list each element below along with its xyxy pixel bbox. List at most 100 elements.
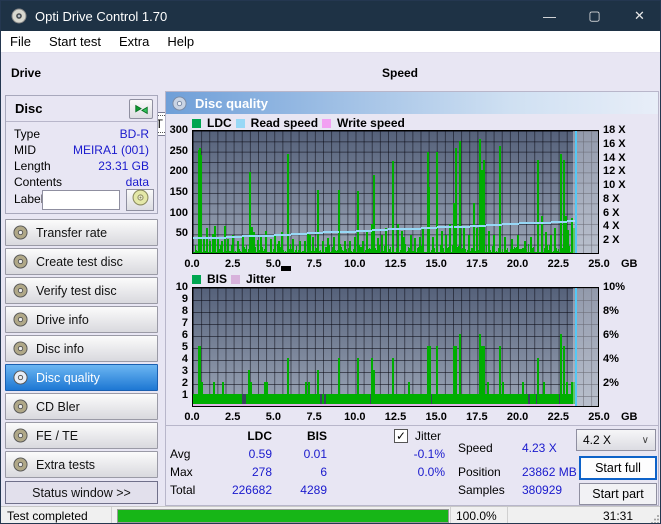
stat-ldc-value: 0.59 xyxy=(248,447,272,461)
stat-jitter-value: 0.0% xyxy=(417,465,445,479)
sidebar-item-disc-quality[interactable]: Disc quality xyxy=(5,364,158,391)
menu-extra[interactable]: Extra xyxy=(110,31,158,53)
x-tick: 22.5 xyxy=(547,411,569,423)
jitter-checkbox[interactable]: ✓ xyxy=(394,429,408,443)
sidebar-item-label: Disc quality xyxy=(36,370,100,385)
chevron-down-icon: ∨ xyxy=(641,434,649,446)
y-left-tick: 8 xyxy=(181,305,188,317)
disc-refresh-button[interactable] xyxy=(129,99,153,119)
x-tick: 20.0 xyxy=(506,411,529,423)
field-value: MEIRA1 (001) xyxy=(72,143,149,157)
stat-jitter-value: -0.1% xyxy=(413,447,445,461)
disc-icon xyxy=(13,225,28,240)
y-left-tick: 9 xyxy=(181,293,188,305)
position-stat-value: 23862 MB xyxy=(522,465,577,479)
sidebar-item-verify-test-disc[interactable]: Verify test disc xyxy=(5,277,158,304)
app-disc-icon xyxy=(11,8,27,24)
resize-grip[interactable] xyxy=(650,513,660,523)
start-full-button[interactable]: Start full xyxy=(579,456,657,480)
x-unit-label: GB xyxy=(621,258,638,270)
sidebar-item-label: FE / TE xyxy=(36,428,79,443)
chart2-legend: BIS Jitter xyxy=(192,272,275,286)
x-tick: 7.5 xyxy=(306,258,322,270)
sidebar-item-label: Create test disc xyxy=(36,254,123,269)
field-label: Contents xyxy=(14,175,63,189)
status-bar: Test completed 100.0% 31:31 xyxy=(1,506,660,523)
disc-icon xyxy=(13,341,28,356)
y-right-tick: 2 X xyxy=(603,234,620,247)
quality-speed-select[interactable]: 4.2 X ∨ xyxy=(576,429,656,451)
y-right-tick: 14 X xyxy=(603,151,626,164)
disc-icon xyxy=(132,189,149,211)
disc-panel: Disc Type BD-R MID MEIRA1 (001) Length 23.31 … xyxy=(5,95,158,214)
x-tick: 7.5 xyxy=(306,411,322,423)
minimize-button[interactable]: — xyxy=(527,1,572,31)
sidebar-item-fe-te[interactable]: FE / TE xyxy=(5,422,158,449)
disc-quality-panel: Disc quality LDC Read speed Write speed 30… xyxy=(165,91,659,506)
disc-icon xyxy=(13,283,28,298)
y-right-tick: 12 X xyxy=(603,165,626,178)
sidebar-item-label: Verify test disc xyxy=(36,283,117,298)
sidebar-item-label: Drive info xyxy=(36,312,89,327)
y-left-tick: 3 xyxy=(181,365,188,377)
y-right-tick: 8% xyxy=(603,305,619,317)
sidebar-item-cd-bler[interactable]: CD Bler xyxy=(5,393,158,420)
ldc-legend-label: LDC xyxy=(207,116,232,130)
speed-label: Speed xyxy=(382,66,419,80)
ldc-chart xyxy=(192,130,599,254)
y-left-tick: 50 xyxy=(175,227,188,240)
sidebar-item-extra-tests[interactable]: Extra tests xyxy=(5,451,158,478)
y-left-tick: 4 xyxy=(181,353,188,365)
bis-legend-label: BIS xyxy=(207,272,228,286)
artifact-mark xyxy=(281,266,291,271)
disc-label-button[interactable] xyxy=(126,189,154,211)
disc-icon xyxy=(13,370,28,385)
y-left-tick: 6 xyxy=(181,329,188,341)
menu-bar: File Start test Extra Help xyxy=(1,31,660,53)
sidebar-item-transfer-rate[interactable]: Transfer rate xyxy=(5,219,158,246)
stat-row-label: Total xyxy=(170,483,196,497)
status-window-button[interactable]: Status window >> xyxy=(5,481,158,504)
disc-label-input[interactable] xyxy=(42,190,120,210)
y-right-tick: 2% xyxy=(603,377,619,389)
stat-bis-value: 0.01 xyxy=(303,447,327,461)
maximize-button[interactable]: ▢ xyxy=(572,1,617,31)
y-right-tick: 4 X xyxy=(603,220,620,233)
menu-start-test[interactable]: Start test xyxy=(40,31,110,53)
y-right-tick: 6% xyxy=(603,329,619,341)
field-value: data xyxy=(125,175,149,189)
stat-col-ldc: LDC xyxy=(247,429,272,443)
disc-icon xyxy=(13,457,28,472)
menu-help[interactable]: Help xyxy=(158,31,203,53)
y-left-tick: 2 xyxy=(181,377,188,389)
disc-icon xyxy=(13,312,28,327)
disc-icon xyxy=(13,254,28,269)
close-button[interactable]: ✕ xyxy=(617,1,660,31)
disc-field-mid: MID MEIRA1 (001) xyxy=(14,143,149,157)
y-left-tick: 300 xyxy=(169,124,188,136)
x-tick: 17.5 xyxy=(466,258,488,270)
speed-stat-value: 4.23 X xyxy=(522,441,557,455)
menu-file[interactable]: File xyxy=(1,31,40,53)
stat-bis-value: 6 xyxy=(320,465,327,479)
elapsed-time: 31:31 xyxy=(602,509,633,523)
x-tick: 17.5 xyxy=(466,411,488,423)
y-left-tick: 150 xyxy=(169,186,188,198)
start-part-button[interactable]: Start part xyxy=(579,483,657,505)
main-title: Disc quality xyxy=(195,95,268,111)
sidebar-item-drive-info[interactable]: Drive info xyxy=(5,306,158,333)
sidebar-item-disc-info[interactable]: Disc info xyxy=(5,335,158,362)
x-tick: 2.5 xyxy=(225,258,241,270)
disc-field-type: Type BD-R xyxy=(14,127,149,141)
progress-percent: 100.0% xyxy=(451,507,508,523)
y-left-tick: 7 xyxy=(181,317,188,329)
test-end-marker xyxy=(574,131,577,253)
sidebar-item-label: Extra tests xyxy=(36,457,96,472)
disc-field-contents: Contents data xyxy=(14,175,149,189)
sidebar-item-create-test-disc[interactable]: Create test disc xyxy=(5,248,158,275)
chart1-legend: LDC Read speed Write speed xyxy=(192,116,405,130)
bis-legend-swatch xyxy=(192,274,201,284)
x-tick: 0.0 xyxy=(184,411,200,423)
y-right-tick: 16 X xyxy=(603,137,626,150)
title-bar: Opti Drive Control 1.70 — ▢ ✕ xyxy=(1,1,660,31)
